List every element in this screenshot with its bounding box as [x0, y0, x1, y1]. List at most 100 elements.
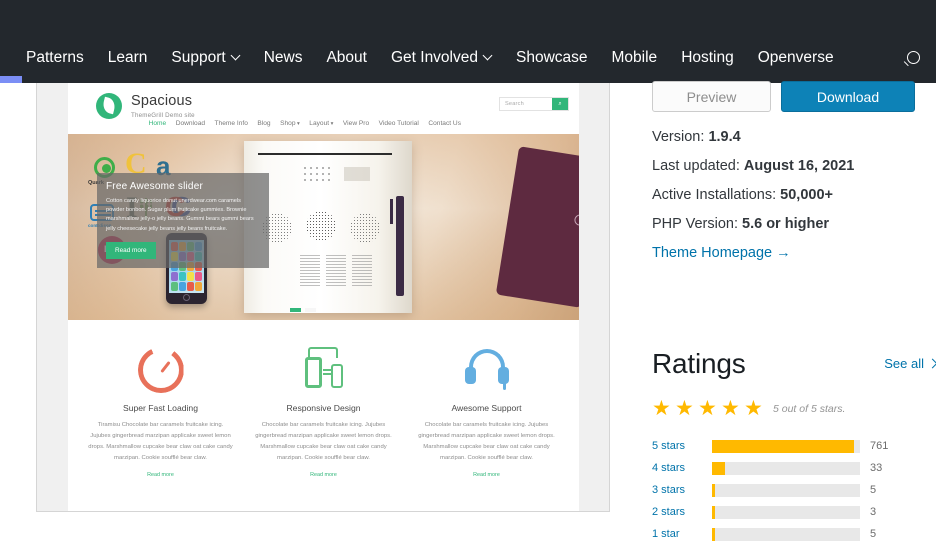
slider-read-more-button[interactable]: Read more — [106, 241, 156, 259]
slider-caption: Free Awesome slider Cotton candy liquori… — [97, 173, 269, 268]
nav-item-showcase[interactable]: Showcase — [504, 50, 600, 66]
rating-bar-label[interactable]: 4 stars — [652, 462, 712, 474]
nav-item-news[interactable]: News — [252, 50, 315, 66]
meta-value: August 16, 2021 — [743, 158, 855, 174]
nav-item-openverse[interactable]: Openverse — [746, 50, 846, 66]
rating-bar-fill — [712, 483, 715, 497]
book-diagram-sketch — [302, 165, 330, 183]
demo-nav-video-tutorial[interactable]: Video Tutorial — [379, 120, 419, 127]
nav-item-label: Openverse — [757, 49, 834, 67]
book-text-column — [326, 255, 346, 287]
demo-site-logo: Spacious ThemeGrill Demo site — [96, 93, 195, 119]
demo-nav-theme-info[interactable]: Theme Info — [215, 120, 248, 127]
nav-item-label: Support — [171, 49, 226, 67]
download-button[interactable]: Download — [781, 81, 915, 112]
demo-site-brand: Spacious ThemeGrill Demo site — [131, 93, 195, 119]
demo-nav-view-pro[interactable]: View Pro — [343, 120, 369, 127]
nav-item-about[interactable]: About — [314, 50, 379, 66]
nav-item-hosting[interactable]: Hosting — [669, 50, 746, 66]
average-rating-row: ★ ★ ★ ★ ★ 5 out of 5 stars. — [652, 397, 936, 420]
nav-item-patterns[interactable]: Patterns — [14, 50, 96, 66]
demo-nav-home[interactable]: Home — [149, 120, 167, 127]
feature-read-more-link[interactable]: Read more — [88, 472, 233, 478]
rating-bar-track — [712, 527, 860, 541]
feature-title: Responsive Design — [286, 403, 361, 413]
demo-nav-download[interactable]: Download — [176, 120, 205, 127]
nav-item-label: Hosting — [681, 49, 734, 67]
demo-site-header: Spacious ThemeGrill Demo site Home Downl… — [68, 83, 579, 134]
rating-bar-label[interactable]: 3 stars — [652, 484, 712, 496]
demo-nav-contact-us[interactable]: Contact Us — [428, 120, 461, 127]
book-text-column — [352, 255, 372, 287]
slider-pagination[interactable] — [290, 308, 316, 312]
book-pattern-circle — [306, 211, 336, 241]
rating-bar-row-4: 4 stars 33 — [652, 457, 936, 479]
rating-bar-count: 761 — [870, 440, 889, 452]
meta-row-php-version: PHP Version: 5.6 or higher — [652, 216, 936, 232]
see-all-ratings-link[interactable]: See all — [884, 356, 936, 371]
nav-item-learn[interactable]: Learn — [96, 50, 160, 66]
rating-bar-track — [712, 505, 860, 519]
nav-item-mobile[interactable]: Mobile — [600, 50, 670, 66]
chevron-right-icon — [929, 360, 936, 367]
demo-site-tagline: ThemeGrill Demo site — [131, 111, 195, 119]
demo-nav-layout[interactable]: Layout — [309, 120, 333, 127]
book-rule-line — [258, 153, 392, 155]
headset-support-icon — [414, 342, 559, 398]
book-pattern-circle — [350, 213, 380, 243]
star-rating: ★ ★ ★ ★ ★ — [652, 397, 765, 420]
feature-column-responsive-design: Responsive Design Chocolate bar caramels… — [245, 342, 402, 510]
demo-nav-shop[interactable]: Shop — [280, 120, 300, 127]
demo-search-input[interactable]: Search — [500, 98, 552, 110]
star-icon-filled: ★ — [652, 397, 671, 420]
feature-title: Awesome Support — [451, 403, 522, 413]
theme-actions: Preview Download — [652, 81, 915, 112]
rating-summary-text: 5 out of 5 stars. — [773, 403, 846, 415]
star-icon-filled: ★ — [721, 397, 740, 420]
preview-button[interactable]: Preview — [652, 81, 771, 112]
page-body: Spacious ThemeGrill Demo site Home Downl… — [0, 81, 936, 556]
feature-column-awesome-support: Awesome Support Chocolate bar caramels f… — [408, 342, 565, 510]
demo-search-box[interactable]: Search ⌕ — [499, 97, 569, 111]
rating-bar-fill — [712, 527, 715, 541]
demo-search-submit[interactable]: ⌕ — [552, 98, 568, 110]
rating-bar-fill — [712, 461, 726, 475]
rating-bar-fill — [712, 439, 855, 453]
book-bookmark-small — [390, 199, 393, 224]
feature-text: Chocolate bar caramels fruitcake icing. … — [418, 422, 555, 461]
meta-value: 50,000+ — [780, 187, 833, 203]
nav-item-get-involved[interactable]: Get Involved — [379, 50, 504, 66]
see-all-label: See all — [884, 356, 924, 371]
demo-features-row: Super Fast Loading Tiramisu Chocolate ba… — [68, 320, 579, 510]
slider-title: Free Awesome slider — [106, 181, 203, 192]
slider-dot-active[interactable] — [290, 308, 301, 312]
nav-item-label: Learn — [107, 49, 148, 67]
rating-bar-label[interactable]: 5 stars — [652, 440, 712, 452]
theme-screenshot-image: Spacious ThemeGrill Demo site Home Downl… — [68, 83, 579, 511]
rating-bar-count: 33 — [870, 462, 883, 474]
slider-text: Cotton candy liquorice donut unerdwear.c… — [106, 198, 254, 232]
nav-item-support[interactable]: Support — [159, 50, 251, 66]
nav-item-label: Mobile — [611, 49, 658, 67]
theme-homepage-link[interactable]: Theme Homepage → — [652, 245, 936, 261]
feature-read-more-link[interactable]: Read more — [414, 472, 559, 478]
feature-read-more-link[interactable]: Read more — [251, 472, 396, 478]
rating-bar-label[interactable]: 2 stars — [652, 506, 712, 518]
book-logo-box — [344, 167, 370, 181]
demo-site-nav: Home Download Theme Info Blog Shop Layou… — [149, 120, 461, 127]
meta-label: Version: — [652, 129, 705, 145]
rating-bar-track — [712, 483, 860, 497]
rating-bar-label[interactable]: 1 star — [652, 528, 712, 540]
feature-text: Chocolate bar caramels fruitcake icing. … — [255, 422, 392, 461]
demo-nav-blog[interactable]: Blog — [257, 120, 270, 127]
rating-bar-row-5: 5 stars 761 — [652, 435, 936, 457]
demo-hero-slider: Quark C a conEdison I C C — [68, 134, 579, 320]
open-book-object — [244, 141, 412, 313]
demo-site-name: Spacious — [131, 93, 193, 109]
feature-text: Tiramisu Chocolate bar caramels fruitcak… — [88, 422, 233, 461]
rating-bar-fill — [712, 505, 715, 519]
rating-bar-row-2: 2 stars 3 — [652, 501, 936, 523]
search-button[interactable] — [896, 43, 926, 73]
slider-dot[interactable] — [305, 308, 316, 312]
star-icon-filled: ★ — [698, 397, 717, 420]
